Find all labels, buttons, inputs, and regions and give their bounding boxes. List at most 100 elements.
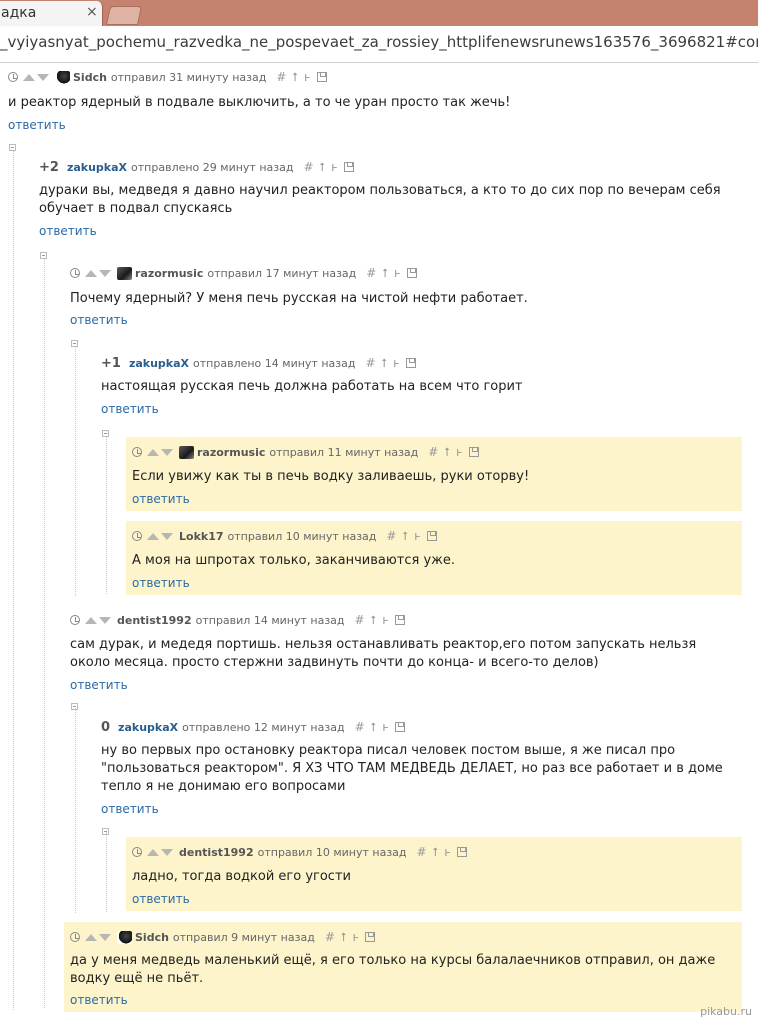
reply-link[interactable]: ответить — [132, 892, 190, 906]
browser-tabbar: адка × — [0, 0, 758, 26]
username[interactable]: zakupkaX — [118, 721, 178, 734]
save-icon[interactable] — [457, 847, 468, 857]
save-icon[interactable] — [395, 615, 406, 625]
comment-actions-icon[interactable]: #⭡ⱶ — [428, 445, 469, 460]
downvote-icon[interactable] — [99, 933, 111, 941]
username[interactable]: razormusic — [135, 267, 203, 280]
downvote-icon[interactable] — [37, 73, 49, 81]
comment-header: razormusic отправил 11 минут назад #⭡ⱶ — [132, 443, 479, 461]
collapse-toggle[interactable] — [102, 828, 109, 835]
clock-icon — [70, 268, 80, 278]
save-icon[interactable] — [426, 531, 437, 541]
thread-line — [106, 832, 107, 912]
clock-icon — [70, 932, 80, 942]
comment-actions-icon[interactable]: #⭡ⱶ — [365, 356, 406, 371]
save-icon[interactable] — [316, 72, 327, 82]
collapse-toggle[interactable] — [102, 430, 109, 437]
reply-link[interactable]: ответить — [39, 224, 97, 238]
collapse-toggle[interactable] — [71, 703, 78, 710]
downvote-icon[interactable] — [99, 616, 111, 624]
upvote-icon[interactable] — [147, 848, 159, 856]
comment-rating: +1 — [101, 355, 121, 371]
comment-text: ладно, тогда водкой его угости — [132, 869, 351, 884]
comment-text: дураки вы, медведя я давно научил реакто… — [39, 183, 721, 216]
save-icon[interactable] — [365, 932, 376, 942]
comment-actions-icon[interactable]: #⭡ⱶ — [366, 266, 407, 281]
avatar[interactable] — [117, 266, 132, 280]
tab-close-icon[interactable]: × — [86, 4, 98, 20]
username[interactable]: dentist1992 — [179, 846, 254, 859]
comment-actions-icon[interactable]: #⭡ⱶ — [276, 70, 317, 85]
comment-header: dentist1992 отправил 14 минут назад #⭡ⱶ — [70, 611, 406, 629]
watermark: pikabu.ru — [700, 1005, 752, 1018]
comment-rating: +2 — [39, 159, 59, 175]
browser-tab[interactable]: адка × — [0, 1, 103, 26]
comment-time: отправлено 29 минут назад — [131, 160, 294, 174]
username[interactable]: Sidch — [73, 71, 107, 84]
save-icon[interactable] — [343, 162, 354, 172]
username[interactable]: zakupkaX — [129, 357, 189, 370]
comment-time: отправил 31 минуту назад — [110, 70, 267, 84]
comment-actions-icon[interactable]: #⭡ⱶ — [355, 720, 396, 735]
comment-text: Если увижу как ты в печь водку заливаешь… — [132, 469, 530, 484]
comment-actions-icon[interactable]: #⭡ⱶ — [417, 845, 458, 860]
comment-header: Lokk17 отправил 10 минут назад #⭡ⱶ — [132, 527, 437, 545]
reply-link[interactable]: ответить — [70, 678, 128, 692]
save-icon[interactable] — [406, 268, 417, 278]
comment-actions-icon[interactable]: #⭡ⱶ — [303, 160, 344, 175]
comment: Sidch отправил 9 минут назад #⭡ⱶ да у ме… — [64, 922, 742, 1012]
collapse-toggle[interactable] — [71, 340, 78, 347]
reply-link[interactable]: ответить — [70, 313, 128, 327]
save-icon[interactable] — [395, 722, 406, 732]
comment-time: отправил 17 минут назад — [207, 266, 357, 280]
downvote-icon[interactable] — [161, 448, 173, 456]
reply-link[interactable]: ответить — [101, 402, 159, 416]
upvote-icon[interactable] — [85, 269, 97, 277]
save-icon[interactable] — [468, 447, 479, 457]
upvote-icon[interactable] — [85, 616, 97, 624]
reply-link[interactable]: ответить — [70, 993, 128, 1007]
collapse-toggle[interactable] — [40, 252, 47, 259]
collapse-toggle[interactable] — [9, 144, 16, 151]
comment-header: 0 zakupkaX отправлено 12 минут назад #⭡ⱶ — [101, 718, 406, 736]
thread-line — [44, 258, 45, 1008]
username[interactable]: razormusic — [197, 446, 265, 459]
comment-text: и реактор ядерный в подвале выключить, а… — [8, 95, 511, 110]
comment: razormusic отправил 11 минут назад #⭡ⱶ Е… — [126, 437, 742, 511]
upvote-icon[interactable] — [85, 933, 97, 941]
downvote-icon[interactable] — [161, 848, 173, 856]
new-tab-button[interactable] — [105, 6, 143, 25]
address-bar[interactable]: _vyiyasnyat_pochemu_razvedka_ne_pospevae… — [0, 26, 758, 63]
comment-actions-icon[interactable]: #⭡ⱶ — [325, 930, 366, 945]
save-icon[interactable] — [405, 358, 416, 368]
comment-header: +1 zakupkaX отправлено 14 минут назад #⭡… — [101, 354, 416, 372]
downvote-icon[interactable] — [99, 269, 111, 277]
thread-line — [106, 436, 107, 594]
avatar[interactable] — [179, 445, 194, 459]
avatar[interactable] — [117, 930, 132, 944]
upvote-icon[interactable] — [23, 73, 35, 81]
comment-header: Sidch отправил 9 минут назад #⭡ⱶ — [70, 928, 376, 946]
comment-actions-icon[interactable]: #⭡ⱶ — [386, 529, 427, 544]
reply-link[interactable]: ответить — [101, 802, 159, 816]
username[interactable]: Lokk17 — [179, 530, 224, 543]
comment-header: +2 zakupkaX отправлено 29 минут назад #⭡… — [39, 158, 354, 176]
comment: dentist1992 отправил 10 минут назад #⭡ⱶ … — [126, 837, 742, 911]
username[interactable]: zakupkaX — [67, 161, 127, 174]
clock-icon — [70, 615, 80, 625]
comment-actions-icon[interactable]: #⭡ⱶ — [355, 613, 396, 628]
url-text[interactable]: _vyiyasnyat_pochemu_razvedka_ne_pospevae… — [0, 33, 758, 51]
upvote-icon[interactable] — [147, 532, 159, 540]
comment: +2 zakupkaX отправлено 29 минут назад #⭡… — [39, 158, 749, 243]
comment-time: отправлено 12 минут назад — [182, 720, 345, 734]
comment-time: отправил 14 минут назад — [195, 613, 345, 627]
upvote-icon[interactable] — [147, 448, 159, 456]
downvote-icon[interactable] — [161, 532, 173, 540]
username[interactable]: dentist1992 — [117, 614, 192, 627]
clock-icon — [132, 447, 142, 457]
reply-link[interactable]: ответить — [8, 118, 66, 132]
reply-link[interactable]: ответить — [132, 576, 190, 590]
username[interactable]: Sidch — [135, 931, 169, 944]
avatar[interactable] — [55, 70, 70, 84]
reply-link[interactable]: ответить — [132, 492, 190, 506]
